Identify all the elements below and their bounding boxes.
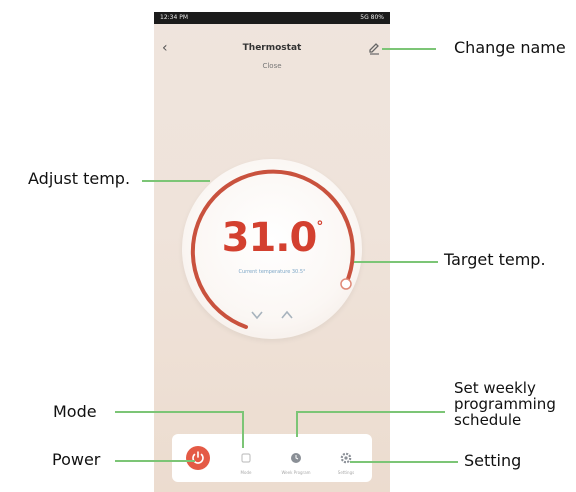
current-temperature: Current temperature 30.5° — [238, 269, 306, 275]
top-bar: ‹ Thermostat Close — [154, 26, 390, 78]
mode-icon — [241, 453, 251, 463]
temperature-dial[interactable]: 31.0° Current temperature 30.5° — [182, 159, 362, 339]
callout-mode: Mode — [53, 402, 97, 421]
temperature-value: 31.0 — [221, 215, 318, 261]
increase-button[interactable] — [279, 309, 295, 321]
callout-line-adjust-temp — [142, 180, 210, 182]
bottom-nav: Mode Week Program Settings — [172, 434, 372, 482]
mode-label: Mode — [240, 470, 252, 475]
callout-line-setting — [350, 461, 458, 463]
temperature-unit: ° — [316, 219, 323, 235]
callout-target-temp: Target temp. — [444, 250, 546, 269]
callout-line-mode-drop — [242, 411, 244, 448]
callout-change-name: Change name — [454, 38, 566, 57]
dial-handle[interactable] — [340, 278, 352, 290]
callout-line-schedule — [297, 411, 445, 413]
device-status: Close — [262, 62, 282, 70]
page-title: Thermostat — [242, 43, 302, 53]
schedule-icon — [291, 453, 301, 463]
status-time: 12:34 PM — [160, 14, 188, 21]
callout-set-weekly-line3: schedule — [454, 411, 522, 429]
target-temperature: 31.0° — [182, 215, 362, 261]
callout-line-schedule-drop — [296, 411, 298, 437]
callout-setting: Setting — [464, 451, 522, 470]
callout-line-power — [115, 460, 195, 462]
callout-set-weekly-line2: programming — [454, 395, 556, 413]
edit-icon[interactable] — [366, 40, 382, 56]
chevron-down-icon — [251, 311, 263, 320]
settings-label: Settings — [337, 470, 355, 475]
power-icon — [192, 451, 204, 464]
status-indicators: 5G 80% — [360, 14, 384, 21]
week-program-button[interactable]: Week Program — [272, 434, 320, 482]
callout-set-weekly: Set weekly programming schedule — [454, 380, 556, 428]
callout-adjust-temp: Adjust temp. — [28, 169, 131, 188]
callout-line-mode — [115, 411, 242, 413]
callout-power: Power — [52, 450, 101, 469]
power-circle — [186, 446, 210, 470]
callout-line-target-temp — [354, 261, 438, 263]
callout-line-change-name — [382, 48, 436, 50]
settings-button[interactable]: Settings — [322, 434, 370, 482]
week-program-label: Week Program — [281, 470, 311, 475]
decrease-button[interactable] — [249, 309, 265, 321]
power-button[interactable] — [172, 434, 220, 482]
status-bar: 12:34 PM 5G 80% — [154, 12, 390, 24]
phone-screen: 12:34 PM 5G 80% ‹ Thermostat Close 31.0°… — [154, 12, 390, 492]
mode-button[interactable]: Mode — [222, 434, 270, 482]
chevron-up-icon — [281, 310, 293, 319]
callout-set-weekly-line1: Set weekly — [454, 379, 536, 397]
